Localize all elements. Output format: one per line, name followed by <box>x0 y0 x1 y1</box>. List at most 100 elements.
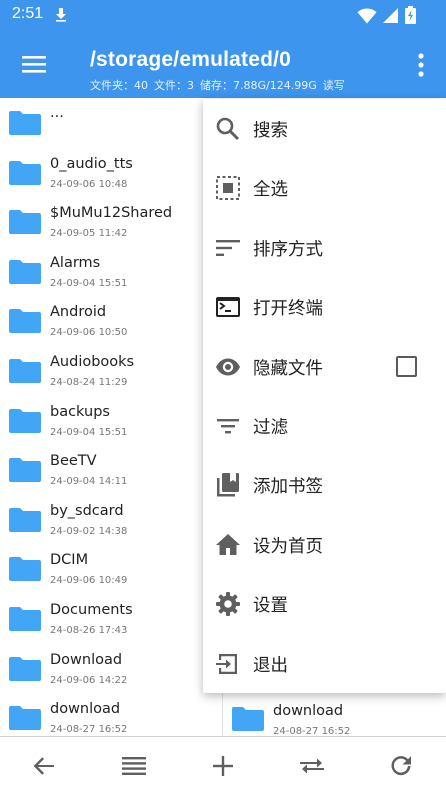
eye-icon <box>216 358 240 376</box>
folder-icon <box>9 309 41 334</box>
app-bar: /storage/emulated/0 文件夹：40 文件：3 储存：7.88G/1… <box>0 30 446 98</box>
menu-item-label: 设为首页 <box>253 536 323 557</box>
list-item-parent[interactable]: ... <box>0 98 222 148</box>
status-bar: 2:51 <box>0 0 446 30</box>
folder-icon <box>9 408 41 433</box>
file-date: 24-08-26 17:43 <box>50 624 128 636</box>
file-name: download <box>50 701 121 718</box>
file-name: Alarms <box>50 254 101 271</box>
file-date: 24-09-06 10:48 <box>50 178 128 190</box>
file-name: Audiobooks <box>50 353 135 370</box>
storage-info: 文件夹：40 文件：3 储存：7.88G/124.99G 读写 <box>90 77 351 93</box>
bookmark-icon <box>217 473 239 497</box>
folder-icon <box>9 458 41 483</box>
file-date: 24-09-02 14:38 <box>50 525 128 537</box>
folder-icon <box>232 707 264 731</box>
file-name: Download <box>50 651 123 668</box>
battery-icon <box>405 6 416 24</box>
folder-icon <box>9 358 41 383</box>
file-name: DCIM <box>50 552 89 569</box>
terminal-icon <box>216 297 240 318</box>
list-item[interactable]: BeeTV 24-09-04 14:11 <box>0 445 222 495</box>
file-name: $MuMu12Shared <box>50 205 173 222</box>
list-item[interactable]: DCIM 24-09-06 10:49 <box>0 544 222 594</box>
file-date: 24-09-06 10:49 <box>50 575 128 587</box>
list-item[interactable]: download 24-08-27 16:52 <box>0 693 222 736</box>
folder-count: 文件夹：40 <box>90 79 148 92</box>
menu-item-set-home[interactable]: 设为首页 <box>203 515 446 574</box>
access-mode: 读写 <box>322 79 345 92</box>
list-icon[interactable] <box>121 753 147 779</box>
file-name: download <box>273 703 344 719</box>
menu-item-open-terminal[interactable]: 打开终端 <box>203 277 446 336</box>
file-name: Android <box>50 304 107 321</box>
menu-item-hidden-files[interactable]: 隐藏文件 <box>203 337 446 396</box>
gear-icon <box>216 592 240 617</box>
folder-icon <box>9 656 41 681</box>
menu-item-label: 过滤 <box>253 418 288 438</box>
folder-icon <box>9 557 41 582</box>
list-item[interactable]: Alarms 24-09-04 15:51 <box>0 247 222 297</box>
status-time: 2:51 <box>12 5 44 22</box>
menu-item-label: 隐藏文件 <box>253 358 323 379</box>
list-item[interactable]: Download 24-09-06 14:22 <box>0 644 222 694</box>
list-item[interactable]: Documents 24-08-26 17:43 <box>0 594 222 644</box>
hidden-files-checkbox[interactable] <box>396 355 417 377</box>
file-date: 24-09-05 11:42 <box>50 228 128 240</box>
filter-icon <box>217 419 239 434</box>
menu-item-add-bookmark[interactable]: 添加书签 <box>203 455 446 514</box>
file-list: ... 0_audio_tts 24-09-06 10:48 $MuMu12Sh… <box>0 98 223 736</box>
menu-item-settings[interactable]: 设置 <box>203 574 446 633</box>
menu-item-label: 全选 <box>253 180 288 201</box>
folder-icon <box>9 160 41 185</box>
list-item[interactable]: by_sdcard 24-09-02 14:38 <box>0 495 222 545</box>
file-name: backups <box>50 403 110 420</box>
menu-item-label: 排序方式 <box>253 239 323 260</box>
list-item[interactable]: $MuMu12Shared 24-09-05 11:42 <box>0 197 222 247</box>
select-all-icon <box>216 176 240 201</box>
file-name: Documents <box>50 601 133 618</box>
hamburger-menu-icon[interactable] <box>22 54 46 74</box>
folder-icon <box>9 606 41 631</box>
swap-icon[interactable] <box>299 753 325 779</box>
file-name: 0_audio_tts <box>50 155 133 172</box>
list-item[interactable]: Android 24-09-06 10:50 <box>0 296 222 346</box>
folder-icon <box>9 210 41 235</box>
menu-item-search[interactable]: 搜索 <box>203 99 446 158</box>
list-item[interactable]: 0_audio_tts 24-09-06 10:48 <box>0 148 222 198</box>
file-date: 24-09-06 10:50 <box>50 327 128 339</box>
signal-icon <box>383 7 398 23</box>
bottom-toolbar <box>0 736 446 793</box>
back-arrow-icon[interactable] <box>31 753 57 779</box>
folder-icon <box>9 507 41 532</box>
file-name: ... <box>50 105 64 121</box>
folder-icon <box>9 259 41 284</box>
menu-item-label: 添加书签 <box>253 477 323 498</box>
menu-item-label: 搜索 <box>253 121 288 141</box>
right-pane-list-item[interactable]: download 24-08-27 16:52 <box>224 694 446 737</box>
current-path: /storage/emulated/0 <box>90 48 292 71</box>
file-date: 24-08-24 11:29 <box>50 376 128 388</box>
menu-item-filter[interactable]: 过滤 <box>203 396 446 455</box>
plus-icon[interactable] <box>210 753 236 779</box>
file-date: 24-09-04 15:51 <box>50 277 128 289</box>
folder-icon <box>9 111 41 135</box>
list-item[interactable]: Audiobooks 24-08-24 11:29 <box>0 346 222 396</box>
download-notification-icon <box>56 8 66 22</box>
menu-item-sort[interactable]: 排序方式 <box>203 218 446 277</box>
file-date: 24-09-06 14:22 <box>50 674 128 686</box>
menu-item-exit[interactable]: 退出 <box>203 634 446 693</box>
wifi-icon <box>357 8 377 23</box>
refresh-icon[interactable] <box>388 753 414 779</box>
search-icon <box>216 117 240 141</box>
overflow-menu: 搜索 全选 排序方式 打开终端 隐藏文件 过滤 添加书签 设为首页 设置 退出 <box>203 99 446 693</box>
menu-item-select-all[interactable]: 全选 <box>203 158 446 217</box>
file-date: 24-08-27 16:52 <box>50 724 128 736</box>
more-options-icon[interactable] <box>412 52 430 78</box>
list-item[interactable]: backups 24-09-04 15:51 <box>0 396 222 446</box>
home-icon <box>216 533 240 555</box>
storage-usage: 储存：7.88G/124.99G <box>200 79 317 92</box>
menu-item-label: 退出 <box>253 655 288 676</box>
file-date: 24-09-04 15:51 <box>50 426 128 438</box>
file-name: BeeTV <box>50 453 97 470</box>
